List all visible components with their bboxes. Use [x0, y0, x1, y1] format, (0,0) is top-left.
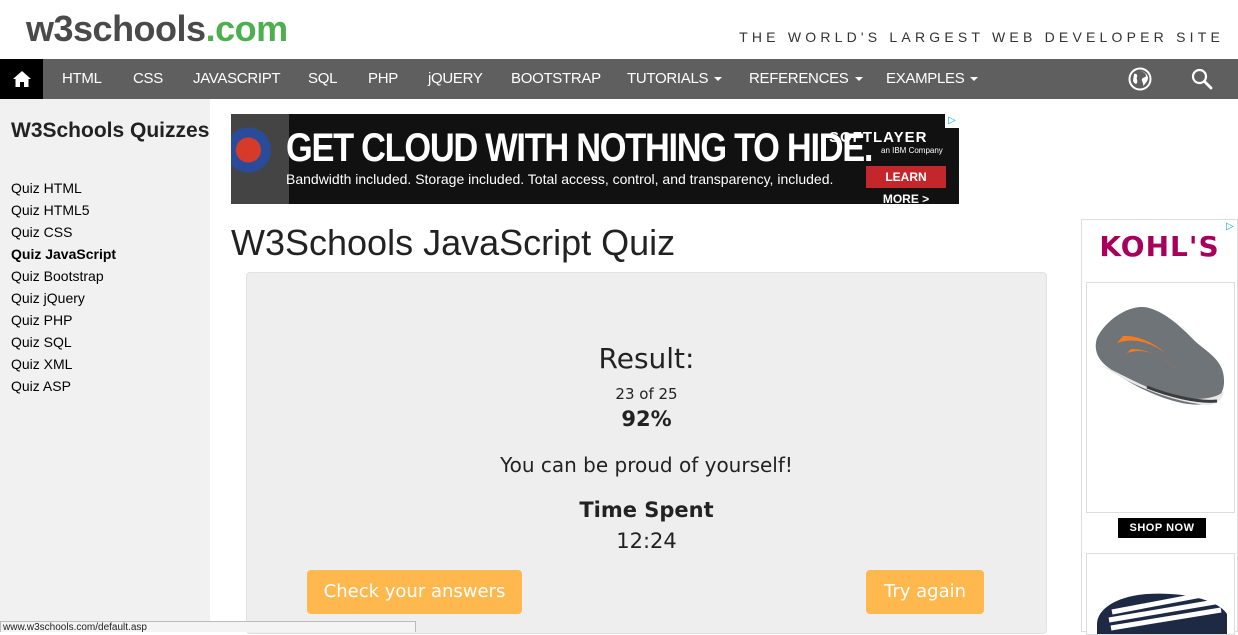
sidebar-item-quiz-asp[interactable]: Quiz ASP — [11, 375, 116, 397]
globe-icon[interactable] — [1128, 67, 1152, 91]
logo-text: w3schools — [26, 8, 206, 49]
banner-ad[interactable]: GET CLOUD WITH NOTHING TO HIDE. Bandwidt… — [231, 114, 959, 204]
sidebar-heading: W3Schools Quizzes — [11, 119, 210, 142]
nav-label: BOOTSTRAP — [511, 70, 601, 87]
adchoices-icon[interactable]: ▷ — [945, 114, 959, 128]
ad-brand-logo: SOFTLAYER — [829, 129, 928, 146]
sidebar-item-quiz-javascript[interactable]: Quiz JavaScript — [11, 243, 116, 265]
sneaker-image — [1095, 307, 1225, 405]
sandal-image — [1097, 591, 1227, 634]
nav-label: EXAMPLES — [886, 70, 965, 87]
browser-status-bar: www.w3schools.com/default.asp — [0, 621, 416, 632]
nav-item-references[interactable]: REFERENCES — [749, 59, 863, 99]
caret-down-icon — [970, 77, 979, 82]
result-heading: Result: — [598, 342, 695, 375]
site-header: w3schools.com THE WORLD'S LARGEST WEB DE… — [0, 0, 1238, 59]
ad-subtext: Bandwidth included. Storage included. To… — [286, 171, 834, 187]
sidebar-item-quiz-jquery[interactable]: Quiz jQuery — [11, 287, 116, 309]
ad-headline: GET CLOUD WITH NOTHING TO HIDE. — [286, 126, 873, 170]
sidebar-item-quiz-css[interactable]: Quiz CSS — [11, 221, 116, 243]
result-message: You can be proud of yourself! — [500, 453, 793, 477]
sidebar-item-quiz-html5[interactable]: Quiz HTML5 — [11, 199, 116, 221]
product-image[interactable] — [1086, 282, 1235, 513]
nav-item-php[interactable]: PHP — [368, 59, 398, 99]
result-percent: 92% — [621, 407, 672, 431]
try-again-button[interactable]: Try again — [866, 570, 984, 614]
ad-brand-sub: an IBM Company — [881, 146, 943, 155]
nav-label: REFERENCES — [749, 70, 849, 87]
nav-label: SQL — [308, 70, 338, 87]
search-icon[interactable] — [1190, 67, 1214, 91]
nav-item-javascript[interactable]: JAVASCRIPT — [193, 59, 281, 99]
sidebar-item-quiz-bootstrap[interactable]: Quiz Bootstrap — [11, 265, 116, 287]
side-ad[interactable]: ▷ KOHL'S SHOP NOW — [1081, 219, 1238, 635]
logo-domain: .com — [205, 8, 289, 49]
home-button[interactable] — [0, 59, 43, 99]
check-answers-button[interactable]: Check your answers — [307, 570, 522, 614]
result-panel: Result: 23 of 25 92% You can be proud of… — [246, 272, 1047, 634]
nav-item-bootstrap[interactable]: BOOTSTRAP — [511, 59, 601, 99]
nav-item-sql[interactable]: SQL — [308, 59, 337, 99]
shop-now-button[interactable]: SHOP NOW — [1118, 518, 1206, 538]
time-spent-value: 12:24 — [616, 529, 677, 553]
nav-label: TUTORIALS — [627, 70, 709, 87]
caret-down-icon — [714, 77, 723, 82]
nav-label: JAVASCRIPT — [193, 70, 281, 87]
nav-label: jQUERY — [428, 70, 483, 87]
nav-item-examples[interactable]: EXAMPLES — [886, 59, 979, 99]
page-title: W3Schools JavaScript Quiz — [231, 222, 676, 263]
home-icon — [12, 71, 31, 87]
tagline: THE WORLD'S LARGEST WEB DEVELOPER SITE — [739, 29, 1224, 45]
ad-artwork — [231, 114, 289, 204]
w3schools-logo[interactable]: w3schools.com — [26, 8, 288, 50]
nav-label: CSS — [133, 70, 163, 87]
nav-item-tutorials[interactable]: TUTORIALS — [627, 59, 723, 99]
sidebar-item-quiz-xml[interactable]: Quiz XML — [11, 353, 116, 375]
nav-label: PHP — [368, 70, 398, 87]
sidebar-links: Quiz HTML Quiz HTML5 Quiz CSS Quiz JavaS… — [11, 177, 116, 397]
nav-item-html[interactable]: HTML — [62, 59, 102, 99]
nav-label: HTML — [62, 70, 102, 87]
nav-item-css[interactable]: CSS — [133, 59, 163, 99]
time-spent-label: Time Spent — [579, 498, 714, 522]
result-score: 23 of 25 — [615, 385, 678, 403]
nav-item-jquery[interactable]: jQUERY — [428, 59, 483, 99]
product-image[interactable] — [1086, 553, 1235, 635]
sidebar-item-quiz-sql[interactable]: Quiz SQL — [11, 331, 116, 353]
quiz-sidebar: W3Schools Quizzes Quiz HTML Quiz HTML5 Q… — [0, 99, 210, 632]
ad-brand-logo: KOHL'S — [1099, 230, 1220, 263]
ad-learn-more-button[interactable]: LEARN MORE > — [866, 166, 946, 204]
sidebar-item-quiz-php[interactable]: Quiz PHP — [11, 309, 116, 331]
caret-down-icon — [854, 77, 863, 82]
sidebar-item-quiz-html[interactable]: Quiz HTML — [11, 177, 116, 199]
top-navbar: HTML CSS JAVASCRIPT SQL PHP jQUERY BOOTS… — [0, 59, 1238, 99]
